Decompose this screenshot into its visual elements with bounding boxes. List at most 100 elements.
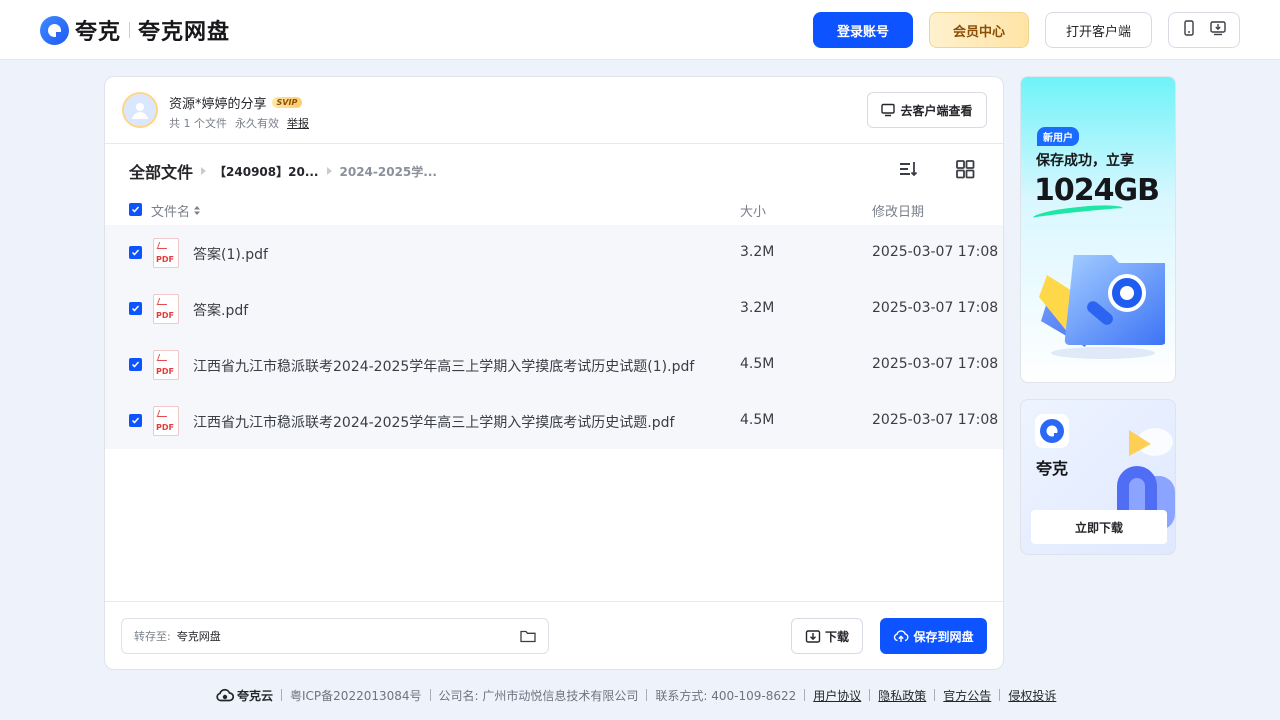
- select-all-checkbox[interactable]: [129, 203, 142, 216]
- save-to-cloud-label: 保存到网盘: [913, 629, 974, 644]
- save-to-label: 转存至:: [134, 630, 171, 643]
- share-meta: 共 1 个文件 永久有效 举报: [169, 115, 309, 131]
- footer-brand-text: 夸克云: [237, 688, 274, 703]
- check-icon: [131, 305, 140, 312]
- row-checkbox[interactable]: [129, 414, 142, 427]
- table-row[interactable]: PDF 江西省九江市稳派联考2024-2025学年高三上学期入学摸底考试历史试题…: [105, 393, 1003, 449]
- share-header: 资源*婷婷的分享 SVIP 共 1 个文件 永久有效 举报 去客户端查看: [105, 77, 1003, 144]
- monitor-icon: [881, 103, 896, 117]
- footer-link-infringement[interactable]: 侵权投诉: [1008, 687, 1056, 704]
- footer-contact: 联系方式: 400-109-8622: [655, 688, 797, 703]
- breadcrumb: 全部文件 【240908】20... 2024-2025学...: [129, 159, 437, 183]
- file-name[interactable]: 江西省九江市稳派联考2024-2025学年高三上学期入学摸底考试历史试题.pdf: [193, 412, 674, 432]
- file-date: 2025-03-07 17:08: [872, 412, 999, 428]
- page-footer: 夸克云 粤ICP备2022013084号 公司名: 广州市动悦信息技术有限公司 …: [216, 686, 1056, 704]
- desktop-download-icon[interactable]: [1210, 20, 1226, 40]
- row-checkbox[interactable]: [129, 302, 142, 315]
- share-title: 资源*婷婷的分享 SVIP: [169, 93, 303, 112]
- footer-icp: 粤ICP备2022013084号: [290, 688, 422, 703]
- save-to-cloud-button[interactable]: 保存到网盘: [880, 618, 987, 654]
- file-name[interactable]: 答案(1).pdf: [193, 244, 268, 264]
- device-buttons: [1168, 12, 1240, 48]
- sort-icon[interactable]: [897, 158, 919, 180]
- cloud-upload-icon: [894, 630, 909, 642]
- login-button[interactable]: 登录账号: [813, 12, 913, 48]
- download-label: 下载: [824, 629, 849, 644]
- quark-logo[interactable]: 夸克 夸克网盘: [40, 14, 230, 46]
- pdf-file-icon: PDF: [153, 294, 179, 324]
- check-icon: [131, 249, 140, 256]
- footer-divider: [646, 689, 648, 701]
- app-name: 夸克: [1036, 459, 1069, 478]
- chevron-right-icon: [201, 167, 207, 175]
- check-icon: [131, 206, 140, 213]
- footer-divider: [934, 689, 936, 701]
- vip-center-button[interactable]: 会员中心: [929, 12, 1029, 48]
- promo-banner-storage[interactable]: 新用户 保存成功，立享 1024GB: [1020, 76, 1176, 383]
- footer-link-privacy[interactable]: 隐私政策: [878, 687, 926, 704]
- top-header: 夸克 夸克网盘 登录账号 会员中心 打开客户端: [0, 0, 1280, 60]
- new-user-badge: 新用户: [1037, 127, 1079, 146]
- footer-link-announcement[interactable]: 官方公告: [943, 687, 991, 704]
- column-size-header: 大小: [740, 205, 767, 220]
- folder-icon[interactable]: [520, 629, 536, 646]
- column-name-label: 文件名: [151, 205, 191, 220]
- share-card: 资源*婷婷的分享 SVIP 共 1 个文件 永久有效 举报 去客户端查看 全部文…: [104, 76, 1004, 670]
- open-client-button[interactable]: 打开客户端: [1045, 12, 1152, 48]
- footer-divider: [869, 689, 871, 701]
- file-type-label: PDF: [156, 255, 174, 264]
- download-button[interactable]: 下载: [791, 618, 863, 654]
- file-date: 2025-03-07 17:08: [872, 356, 999, 372]
- cloud-folder-illustration: [1039, 255, 1165, 359]
- promo-capacity: 1024GB: [1034, 173, 1160, 208]
- table-row[interactable]: PDF 答案.pdf 3.2M 2025-03-07 17:08: [105, 281, 1003, 337]
- quark-logo-icon: [40, 15, 69, 45]
- table-row[interactable]: PDF 答案(1).pdf 3.2M 2025-03-07 17:08: [105, 225, 1003, 281]
- view-in-client-button[interactable]: 去客户端查看: [867, 92, 987, 128]
- column-name-header[interactable]: 文件名: [151, 201, 201, 220]
- save-to-value: 夸克网盘: [176, 630, 221, 643]
- phone-icon[interactable]: [1182, 20, 1196, 40]
- file-size: 3.2M: [740, 300, 775, 316]
- breadcrumb-folder[interactable]: 【240908】20...: [214, 163, 318, 180]
- table-header: 文件名 大小 修改日期: [105, 195, 1003, 225]
- avatar: [122, 92, 158, 128]
- footer-company: 公司名: 广州市动悦信息技术有限公司: [438, 688, 639, 703]
- footer-divider: [281, 689, 283, 701]
- file-name[interactable]: 答案.pdf: [193, 300, 248, 320]
- cloud-logo-icon: [216, 688, 234, 702]
- file-size: 4.5M: [740, 412, 775, 428]
- pdf-file-icon: PDF: [153, 238, 179, 268]
- save-to-selector[interactable]: 转存至: 夸克网盘: [121, 618, 549, 654]
- table-row[interactable]: PDF 江西省九江市稳派联考2024-2025学年高三上学期入学摸底考试历史试题…: [105, 337, 1003, 393]
- pdf-file-icon: PDF: [153, 406, 179, 436]
- check-icon: [131, 361, 140, 368]
- check-icon: [131, 417, 140, 424]
- report-link[interactable]: 举报: [287, 115, 309, 131]
- column-date-header: 修改日期: [872, 205, 925, 220]
- promo-banner-app[interactable]: 夸克 立即下载: [1020, 399, 1176, 555]
- file-type-label: PDF: [156, 423, 174, 432]
- download-now-button[interactable]: 立即下载: [1031, 510, 1167, 544]
- file-date: 2025-03-07 17:08: [872, 300, 999, 316]
- footer-link-user-agreement[interactable]: 用户协议: [813, 687, 861, 704]
- breadcrumb-root[interactable]: 全部文件: [129, 159, 193, 183]
- quark-app-icon: [1035, 414, 1069, 448]
- validity: 永久有效: [235, 117, 279, 130]
- file-name[interactable]: 江西省九江市稳派联考2024-2025学年高三上学期入学摸底考试历史试题(1).…: [193, 356, 694, 376]
- row-checkbox[interactable]: [129, 246, 142, 259]
- grid-view-icon[interactable]: [954, 158, 976, 180]
- user-icon: [132, 103, 148, 119]
- file-size: 4.5M: [740, 356, 775, 372]
- footer-divider: [999, 689, 1001, 701]
- file-count: 共 1 个文件: [169, 117, 227, 130]
- file-type-label: PDF: [156, 367, 174, 376]
- logo-divider: [129, 22, 131, 38]
- pdf-file-icon: PDF: [153, 350, 179, 380]
- file-date: 2025-03-07 17:08: [872, 244, 999, 260]
- chevron-right-icon: [326, 167, 332, 175]
- file-list: PDF 答案(1).pdf 3.2M 2025-03-07 17:08 PDF …: [105, 225, 1003, 449]
- row-checkbox[interactable]: [129, 358, 142, 371]
- view-in-client-label: 去客户端查看: [900, 103, 973, 118]
- quark-cloud-brand: 夸克云: [216, 687, 273, 704]
